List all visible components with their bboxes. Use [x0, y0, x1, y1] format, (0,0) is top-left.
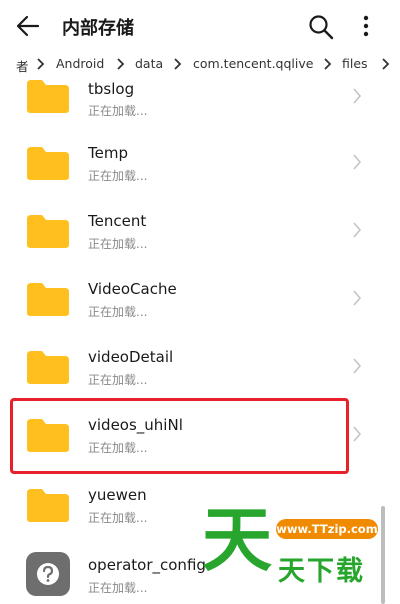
search-button[interactable] [306, 12, 336, 42]
folder-icon [27, 215, 69, 248]
file-status: 正在加载... [88, 511, 148, 525]
watermark-url: www.TTzip.com [276, 519, 378, 539]
list-item[interactable]: Temp 正在加载... [0, 128, 380, 196]
list-item[interactable]: tbslog 正在加载... [0, 60, 380, 128]
site-watermark-logo: 天 www.TTzip.com 天下载 [200, 505, 395, 604]
file-name: videoDetail [88, 348, 174, 366]
folder-icon [27, 489, 69, 522]
chevron-right-icon [353, 154, 362, 170]
file-name: tbslog [88, 80, 135, 98]
folder-icon [27, 147, 69, 180]
folder-icon [27, 80, 69, 113]
file-status: 正在加载... [88, 104, 148, 118]
list-item[interactable]: VideoCache 正在加载... [0, 264, 380, 332]
folder-icon [27, 283, 69, 316]
file-name: VideoCache [88, 280, 177, 298]
file-status: 正在加载... [88, 169, 148, 183]
search-icon [309, 15, 334, 40]
chevron-right-icon [353, 426, 362, 442]
list-item[interactable]: Tencent 正在加载... [0, 196, 380, 264]
watermark-text: 天下载 [278, 556, 365, 587]
top-app-bar: 内部存储 [0, 0, 400, 52]
file-status: 正在加载... [88, 305, 148, 319]
list-item[interactable]: videoDetail 正在加载... [0, 332, 380, 400]
chevron-right-icon [353, 358, 362, 374]
file-name: operator_config [88, 556, 206, 574]
back-button[interactable] [14, 12, 44, 40]
folder-icon [27, 351, 69, 384]
chevron-right-icon [353, 290, 362, 306]
chevron-right-icon [353, 222, 362, 238]
unknown-file-icon [26, 552, 70, 596]
more-options-button[interactable] [356, 12, 376, 42]
question-mark-icon [37, 563, 59, 585]
page-title: 内部存储 [62, 18, 134, 39]
more-vertical-icon [363, 15, 369, 37]
file-status: 正在加载... [88, 237, 148, 251]
watermark-big-char: 天 [202, 499, 272, 581]
file-name: Temp [88, 144, 128, 162]
file-status: 正在加载... [88, 581, 148, 595]
chevron-right-icon [382, 58, 390, 70]
back-arrow-icon [16, 15, 40, 37]
file-name: Tencent [88, 212, 147, 230]
file-name: yuewen [88, 486, 147, 504]
highlight-annotation-box [10, 398, 349, 474]
chevron-right-icon [353, 88, 362, 104]
file-status: 正在加载... [88, 373, 148, 387]
